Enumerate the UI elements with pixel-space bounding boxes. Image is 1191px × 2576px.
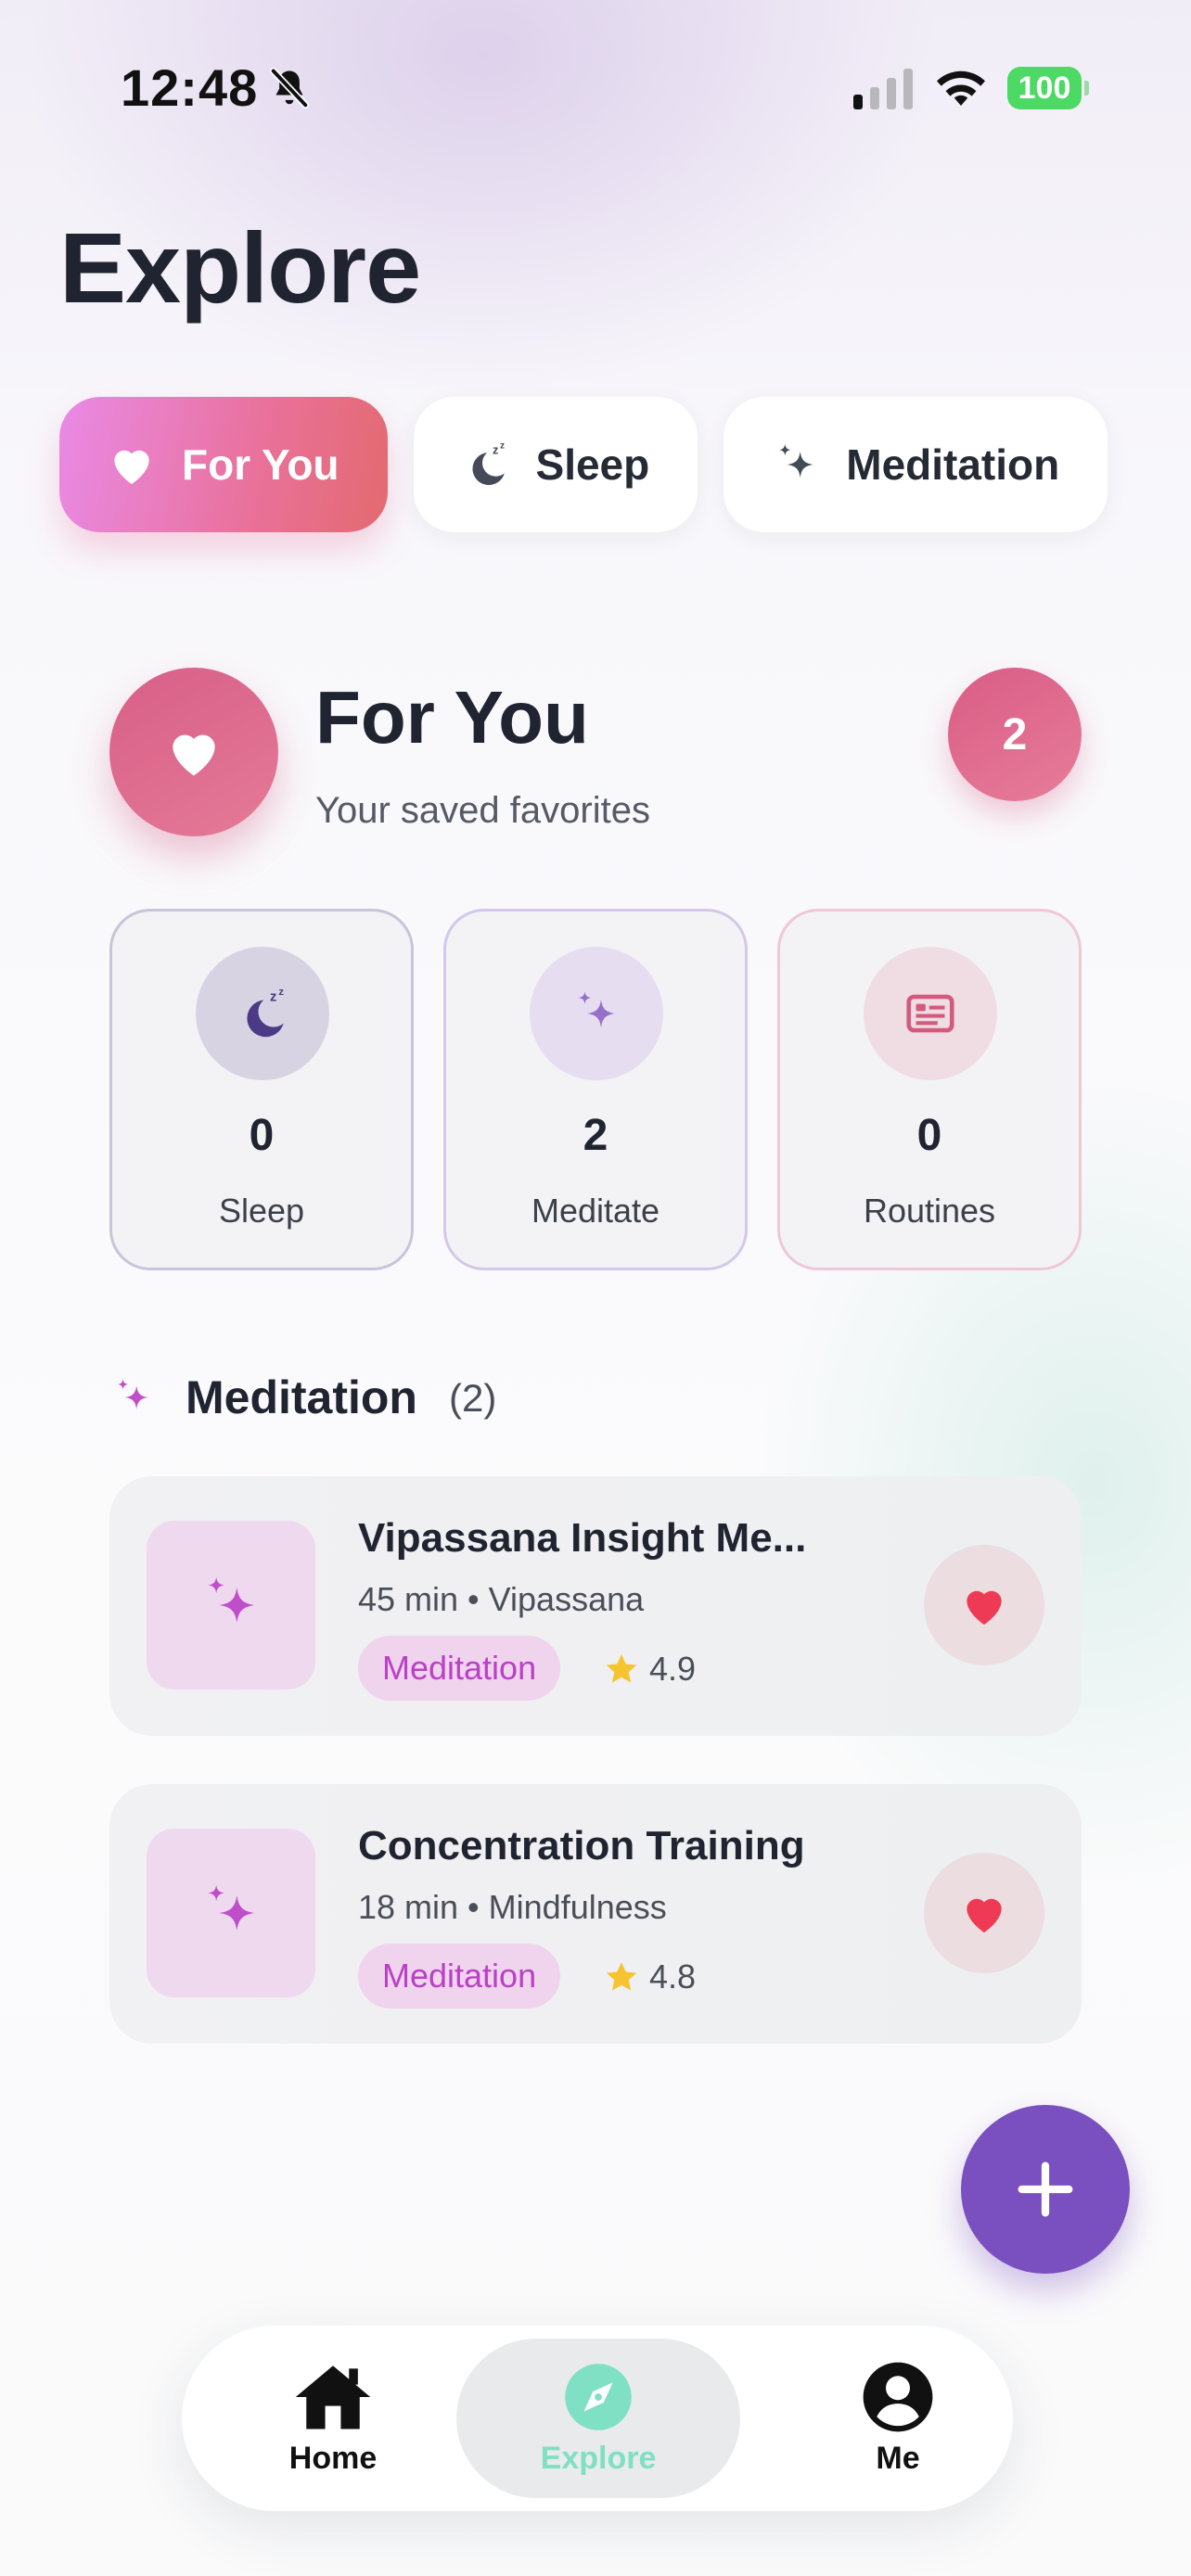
stat-routines-icon-circle: [864, 947, 997, 1080]
nav-explore-label: Explore: [540, 2440, 657, 2476]
item-rating-value: 4.8: [649, 1958, 697, 1996]
section-header-subtitle: Your saved favorites: [315, 790, 650, 831]
list-item[interactable]: Concentration Training 18 min • Mindfuln…: [109, 1784, 1082, 2044]
star-icon: [606, 1962, 637, 1991]
item-title: Vipassana Insight Me...: [358, 1515, 807, 1561]
item-thumbnail: [147, 1521, 315, 1690]
sparkle-icon: [117, 1379, 148, 1409]
sparkle-icon: [208, 1576, 255, 1623]
svg-text:z: z: [270, 990, 276, 1005]
stat-meditate-label: Meditate: [531, 1192, 660, 1230]
favorite-button[interactable]: [924, 1853, 1044, 1973]
for-you-heart-badge: [109, 668, 278, 836]
category-tabs: For You z z Sleep Meditation: [59, 397, 1108, 532]
battery-tip: [1084, 81, 1089, 96]
stat-sleep-value: 0: [249, 1111, 275, 1160]
list-item[interactable]: Vipassana Insight Me... 45 min • Vipassa…: [109, 1476, 1082, 1736]
cellular-signal-icon: [853, 69, 913, 109]
item-rating: 4.9: [603, 1643, 696, 1695]
status-bar: 12:48 100: [0, 0, 1191, 176]
wifi-icon: [937, 70, 985, 106]
item-meta: 45 min • Vipassana: [358, 1580, 645, 1618]
item-category-tag: Meditation: [358, 1944, 561, 2009]
item-title: Concentration Training: [358, 1823, 805, 1868]
tab-sleep-label: Sleep: [535, 440, 650, 489]
section-count: (2): [449, 1376, 497, 1420]
status-time: 12:48: [121, 58, 259, 117]
nav-home-label: Home: [288, 2440, 378, 2476]
page-title: Explore: [59, 211, 421, 324]
stat-meditate-value: 2: [583, 1111, 608, 1160]
plus-icon: [1018, 2162, 1073, 2217]
tab-sleep[interactable]: z z Sleep: [413, 397, 698, 532]
item-thumbnail: [147, 1829, 315, 1997]
heart-icon: [114, 450, 149, 484]
star-icon: [606, 1654, 637, 1683]
bottom-navigation: Home Explore Me: [182, 2326, 1013, 2511]
favorite-button[interactable]: [924, 1545, 1044, 1665]
item-category-tag: Meditation: [358, 1636, 561, 1701]
add-button[interactable]: [961, 2105, 1130, 2274]
favorites-count-badge: 2: [948, 668, 1082, 801]
list-card-icon: [906, 994, 954, 1033]
item-meta: 18 min • Mindfulness: [358, 1888, 667, 1926]
nav-explore[interactable]: Explore: [456, 2339, 740, 2498]
stat-sleep-icon-circle: z z: [196, 947, 329, 1080]
profile-icon: [863, 2362, 933, 2431]
tab-meditation[interactable]: Meditation: [724, 397, 1108, 532]
item-rating-value: 4.9: [649, 1650, 697, 1688]
section-header-title: For You: [315, 676, 589, 759]
stat-routines-value: 0: [916, 1111, 942, 1160]
nav-me-label: Me: [876, 2440, 920, 2476]
bell-muted-icon: [269, 67, 310, 109]
moon-zzz-icon: z z: [472, 441, 505, 486]
stat-card-routines[interactable]: 0 Routines: [777, 909, 1082, 1270]
svg-text:z: z: [500, 441, 505, 452]
tab-for-you[interactable]: For You: [59, 397, 388, 532]
stat-routines-label: Routines: [863, 1192, 996, 1230]
item-rating: 4.8: [603, 1951, 696, 2003]
nav-home[interactable]: Home: [256, 2326, 410, 2511]
tab-meditation-label: Meditation: [846, 440, 1060, 489]
nav-me[interactable]: Me: [851, 2326, 945, 2511]
battery-level: 100: [1007, 67, 1082, 109]
home-icon: [295, 2365, 371, 2429]
moon-zzz-icon: z z: [247, 987, 284, 1038]
section-title: Meditation: [186, 1371, 417, 1423]
sparkle-icon: [208, 1884, 255, 1931]
compass-icon: [565, 2363, 632, 2430]
battery-indicator: 100: [1007, 67, 1089, 109]
sparkle-icon: [578, 991, 615, 1027]
sparkle-icon: [779, 443, 813, 478]
tab-for-you-label: For You: [182, 440, 339, 489]
stat-meditate-icon-circle: [530, 947, 663, 1080]
svg-text:z: z: [278, 987, 284, 998]
heart-filled-icon: [967, 1898, 1002, 1932]
svg-text:z: z: [493, 442, 498, 456]
stat-card-meditate[interactable]: 2 Meditate: [443, 909, 748, 1270]
heart-icon: [173, 734, 215, 776]
stat-sleep-label: Sleep: [218, 1192, 305, 1230]
heart-filled-icon: [967, 1590, 1002, 1625]
stat-card-sleep[interactable]: z z 0 Sleep: [109, 909, 414, 1270]
